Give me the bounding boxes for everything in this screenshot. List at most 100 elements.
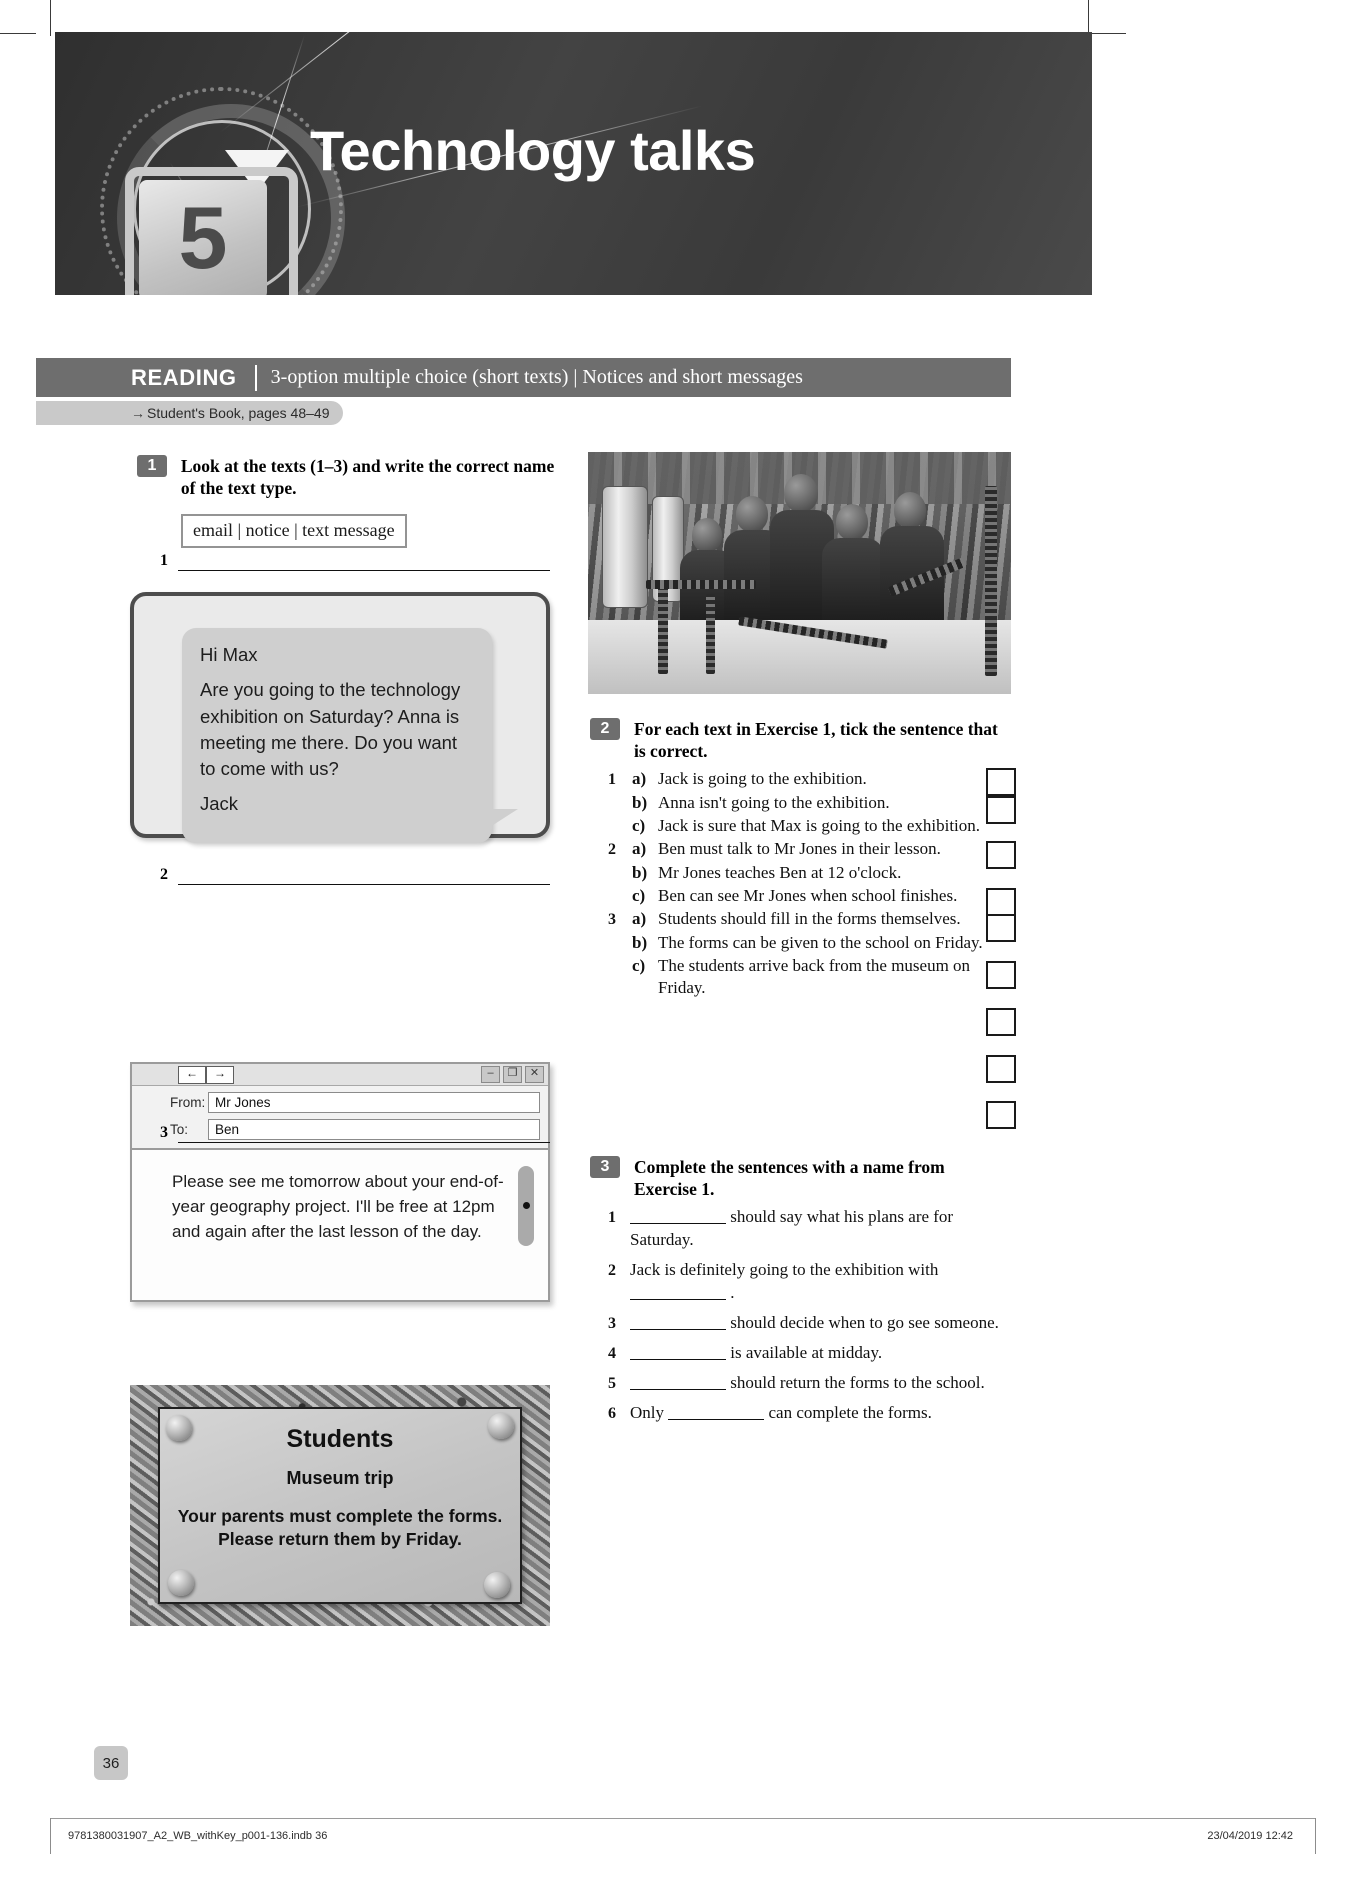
page-number: 36	[94, 1746, 128, 1780]
crop-mark-top-left-h	[0, 33, 36, 34]
option-letter: a)	[632, 838, 647, 858]
fill-item: 3 should decide when to go see someone.	[608, 1311, 1008, 1335]
skill-name: READING	[131, 364, 237, 390]
fill-item: 6 Only can complete the forms.	[608, 1401, 1008, 1425]
photo-student-2-head	[736, 496, 768, 532]
email-from-field[interactable]: Mr Jones	[208, 1092, 540, 1113]
blank-line[interactable]	[630, 1388, 726, 1390]
back-icon[interactable]: ←	[178, 1065, 206, 1084]
exercise-3-instruction: Complete the sentences with a name from …	[634, 1157, 945, 1200]
answer-line-3[interactable]: 3	[160, 1124, 550, 1143]
blank-line[interactable]	[630, 1223, 726, 1224]
fill-item: 5 should return the forms to the school.	[608, 1371, 1008, 1395]
option-letter: c)	[632, 955, 646, 975]
exercise-1-number: 1	[137, 455, 167, 477]
answer-line-1-rule[interactable]	[178, 569, 550, 571]
group-number: 2	[608, 840, 616, 858]
answer-line-3-number: 3	[160, 1124, 168, 1141]
exercise-2-options: 1 a) Jack is going to the exhibition. b)…	[608, 768, 1013, 1000]
option-row: 2 a) Ben must talk to Mr Jones in their …	[608, 838, 1013, 861]
notice-subtitle: Museum trip	[286, 1468, 394, 1488]
fill-item-number: 3	[608, 1314, 616, 1332]
fill-item: 4 is available at midday.	[608, 1341, 1008, 1365]
option-letter: b)	[632, 862, 648, 882]
window-controls: – ❐ ✕	[481, 1066, 544, 1083]
tick-box-1b[interactable]	[986, 796, 1016, 824]
restore-icon[interactable]: ❐	[503, 1066, 522, 1083]
photo-student-1-head	[692, 518, 722, 552]
pin-icon-bottom-right	[484, 1572, 510, 1598]
tick-box-2a[interactable]	[986, 888, 1016, 916]
blank-line[interactable]	[630, 1299, 726, 1301]
footer-rule	[50, 1818, 1315, 1819]
tick-box-2c[interactable]	[986, 961, 1016, 989]
option-text: Students should fill in the forms themse…	[658, 908, 961, 928]
blank-line[interactable]	[630, 1358, 726, 1360]
fill-item-after: should return the forms to the school.	[730, 1372, 985, 1392]
message-greeting: Hi Max	[200, 644, 258, 665]
message-body: Are you going to the technology exhibiti…	[200, 679, 461, 780]
scrollbar[interactable]	[518, 1166, 534, 1246]
option-text: Ben can see Mr Jones when school finishe…	[658, 885, 958, 905]
text-3-notice-board: Students Museum trip Your parents must c…	[130, 1385, 550, 1626]
pin-icon-bottom-left	[168, 1570, 194, 1596]
tick-box-2b[interactable]	[986, 914, 1016, 942]
blank-line[interactable]	[630, 1328, 726, 1330]
photo-student-4-head	[836, 504, 868, 540]
footer-tick-right	[1315, 1818, 1316, 1854]
fill-item-number: 6	[608, 1405, 616, 1423]
bubble-tail-icon	[490, 808, 518, 827]
tick-box-3c[interactable]	[986, 1101, 1016, 1129]
email-nav-buttons: ← →	[178, 1065, 234, 1084]
option-letter: c)	[632, 815, 646, 835]
answer-line-1[interactable]: 1	[160, 552, 550, 571]
tick-box-1c[interactable]	[986, 841, 1016, 869]
skill-description: 3-option multiple choice (short texts) |…	[270, 366, 803, 388]
option-letter: a)	[632, 908, 647, 928]
option-row: c) Jack is sure that Max is going to the…	[608, 815, 1013, 837]
fill-item-number: 5	[608, 1374, 616, 1392]
minimize-icon[interactable]: –	[481, 1066, 500, 1083]
option-letter: b)	[632, 792, 648, 812]
forward-icon[interactable]: →	[206, 1065, 234, 1084]
text-message-bubble: Hi Max Are you going to the technology e…	[182, 628, 518, 843]
fill-item-text: should return the forms to the school.	[630, 1371, 1008, 1394]
student-book-reference: → Student's Book, pages 48–49	[36, 401, 344, 425]
footer-tick-left	[50, 1818, 51, 1854]
option-text: Ben must talk to Mr Jones in their lesso…	[658, 838, 941, 858]
option-text: Jack is sure that Max is going to the ex…	[658, 815, 981, 835]
email-from-row: From: Mr Jones	[140, 1092, 540, 1113]
exercise-2-number: 2	[590, 718, 620, 740]
fill-item-text: Only can complete the forms.	[630, 1401, 1008, 1424]
footer-timestamp: 23/04/2019 12:42	[1207, 1830, 1293, 1842]
tick-box-3a[interactable]	[986, 1008, 1016, 1036]
exercise-2: 2 For each text in Exercise 1, tick the …	[590, 718, 1015, 763]
option-text: Mr Jones teaches Ben at 12 o'clock.	[658, 862, 902, 882]
close-icon[interactable]: ✕	[525, 1066, 544, 1083]
scrollbar-thumb-dot	[523, 1202, 530, 1209]
answer-line-2[interactable]: 2	[160, 866, 550, 885]
exercise-3-number: 3	[590, 1156, 620, 1178]
fill-item-number: 2	[608, 1261, 616, 1279]
option-row: b) The forms can be given to the school …	[608, 932, 1013, 954]
crop-mark-top-right-v	[1088, 0, 1089, 36]
photo-robot-frame-left	[658, 582, 668, 674]
tick-box-1a[interactable]	[986, 768, 1016, 796]
pin-icon-top-right	[488, 1413, 514, 1439]
option-row: c) Ben can see Mr Jones when school fini…	[608, 885, 1013, 907]
fill-item-after: should say what his plans are for Saturd…	[630, 1207, 954, 1250]
student-book-reference-label: Student's Book, pages 48–49	[147, 405, 330, 421]
answer-line-2-rule[interactable]	[178, 883, 550, 885]
blank-line[interactable]	[668, 1419, 765, 1421]
email-body-text: Please see me tomorrow about your end-of…	[172, 1172, 504, 1241]
group-number: 1	[608, 771, 616, 788]
fill-item-after: can complete the forms.	[768, 1403, 932, 1423]
text-1-phone-frame: Hi Max Are you going to the technology e…	[130, 592, 550, 843]
tick-box-3b[interactable]	[986, 1055, 1016, 1083]
answer-line-3-rule[interactable]	[178, 1141, 550, 1143]
email-title-bar: ← → – ❐ ✕	[132, 1064, 548, 1086]
crop-mark-top-right-h	[1086, 33, 1126, 34]
option-row: 3 a) Students should fill in the forms t…	[608, 908, 1013, 931]
unit-title: Technology talks	[310, 119, 756, 182]
option-row: 1 a) Jack is going to the exhibition.	[608, 768, 1013, 791]
